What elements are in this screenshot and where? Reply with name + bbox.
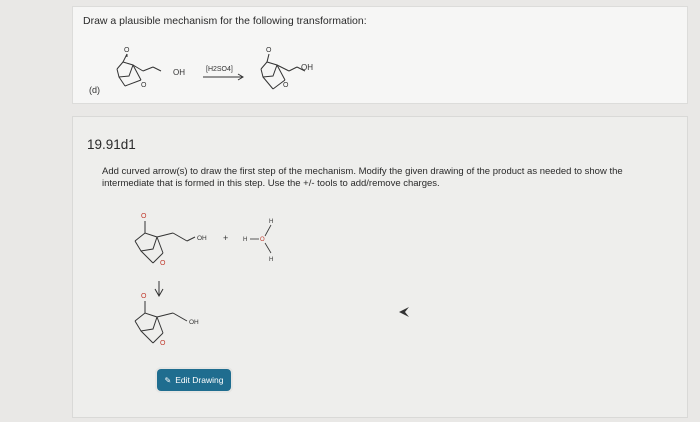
part-label: (d) [89,85,100,95]
step-panel: 19.91d1 Add curved arrow(s) to draw the … [72,116,688,418]
hydronium-h-bottom: H [269,257,273,263]
reactant-ring-o: O [160,260,166,267]
product-oh2: OH [189,319,199,326]
starting-material [116,53,162,87]
product-ring-o: O [283,82,289,89]
step-id: 19.91d1 [87,137,136,152]
sm-ketone-o: O [124,47,130,54]
question-panel: Draw a plausible mechanism for the follo… [72,6,688,104]
reactant-carbonyl-o: O [141,213,147,220]
edit-drawing-label: Edit Drawing [175,375,224,385]
product-ring-o2: O [160,340,166,347]
reactant-oh: OH [197,235,207,242]
reagent-label: [H2SO4] [206,66,233,73]
sm-ring-o: O [141,82,147,89]
product-oh: OH [301,63,313,72]
edit-drawing-button[interactable]: ✎ Edit Drawing [157,369,231,391]
hydronium-h-top: H [269,219,273,225]
pencil-icon: ✎ [164,375,172,385]
sm-oh: OH [173,68,185,77]
reaction-scheme: O O OH [H2SO4] O O OH [116,47,313,90]
product-ketone-o: O [266,47,272,54]
product-carbonyl-o: O [141,293,147,300]
hydronium-h-left: H [243,237,247,243]
mouse-cursor-icon [399,307,409,317]
step-instructions: Add curved arrow(s) to draw the first st… [102,166,623,189]
plus-sign: + [223,233,228,243]
hydronium-o: O [260,237,265,243]
